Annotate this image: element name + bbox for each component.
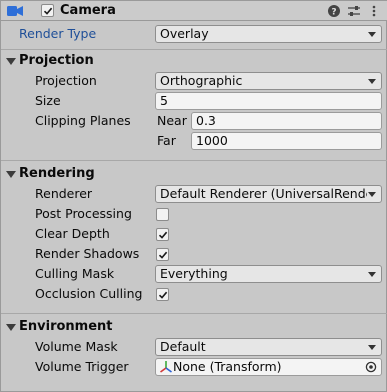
near-label: Near [157, 113, 187, 128]
component-enabled-checkbox[interactable] [41, 4, 54, 17]
render-shadows-label: Render Shadows [35, 246, 140, 261]
section-divider [1, 313, 387, 314]
culling-mask-label: Culling Mask [35, 266, 115, 281]
component-header[interactable]: Camera ? [1, 1, 387, 21]
chevron-down-icon [368, 345, 376, 350]
checkmark-icon [158, 231, 168, 239]
volume-mask-label: Volume Mask [35, 339, 118, 354]
checkmark-icon [158, 291, 168, 299]
kebab-menu-icon[interactable] [367, 4, 381, 18]
post-processing-label: Post Processing [35, 206, 132, 221]
far-field[interactable]: 1000 [191, 132, 382, 150]
near-field[interactable]: 0.3 [191, 112, 382, 130]
checkmark-icon [158, 251, 168, 259]
section-divider [1, 49, 387, 50]
render-type-label: Render Type [19, 26, 97, 41]
chevron-down-icon [368, 192, 376, 197]
far-label: Far [157, 133, 176, 148]
occlusion-culling-checkbox[interactable] [156, 288, 169, 301]
projection-section-title[interactable]: Projection [19, 53, 94, 68]
culling-mask-dropdown[interactable]: Everything [155, 265, 382, 283]
rendering-section-title[interactable]: Rendering [19, 166, 95, 181]
render-type-dropdown[interactable]: Overlay [155, 25, 382, 43]
svg-text:?: ? [331, 8, 336, 18]
foldout-arrow-icon[interactable] [6, 171, 16, 178]
environment-section-title[interactable]: Environment [19, 319, 113, 334]
preset-sliders-icon[interactable] [347, 4, 361, 18]
transform-icon [160, 361, 172, 373]
help-icon[interactable]: ? [327, 4, 341, 18]
camera-inspector: Camera ? Render Type Overlay Projection … [0, 0, 387, 392]
volume-mask-dropdown[interactable]: Default [155, 338, 382, 356]
renderer-dropdown[interactable]: Default Renderer (UniversalRenderPipelin… [155, 185, 382, 203]
chevron-down-icon [368, 79, 376, 84]
volume-trigger-field[interactable]: None (Transform) [155, 358, 382, 376]
size-field[interactable]: 5 [155, 92, 382, 110]
camera-icon [7, 6, 23, 16]
chevron-down-icon [368, 32, 376, 37]
foldout-arrow-icon[interactable] [6, 324, 16, 331]
component-title: Camera [60, 3, 116, 18]
projection-label: Projection [35, 73, 97, 88]
clipping-planes-label: Clipping Planes [35, 113, 131, 128]
object-picker-icon[interactable] [365, 361, 377, 373]
occlusion-culling-label: Occlusion Culling [35, 286, 143, 301]
section-divider [1, 160, 387, 161]
chevron-down-icon [368, 272, 376, 277]
post-processing-checkbox[interactable] [156, 208, 169, 221]
foldout-arrow-icon[interactable] [6, 58, 16, 65]
volume-trigger-label: Volume Trigger [35, 359, 129, 374]
clear-depth-checkbox[interactable] [156, 228, 169, 241]
clear-depth-label: Clear Depth [35, 226, 110, 241]
render-shadows-checkbox[interactable] [156, 248, 169, 261]
size-label: Size [35, 93, 61, 108]
projection-dropdown[interactable]: Orthographic [155, 72, 382, 90]
renderer-label: Renderer [35, 186, 93, 201]
